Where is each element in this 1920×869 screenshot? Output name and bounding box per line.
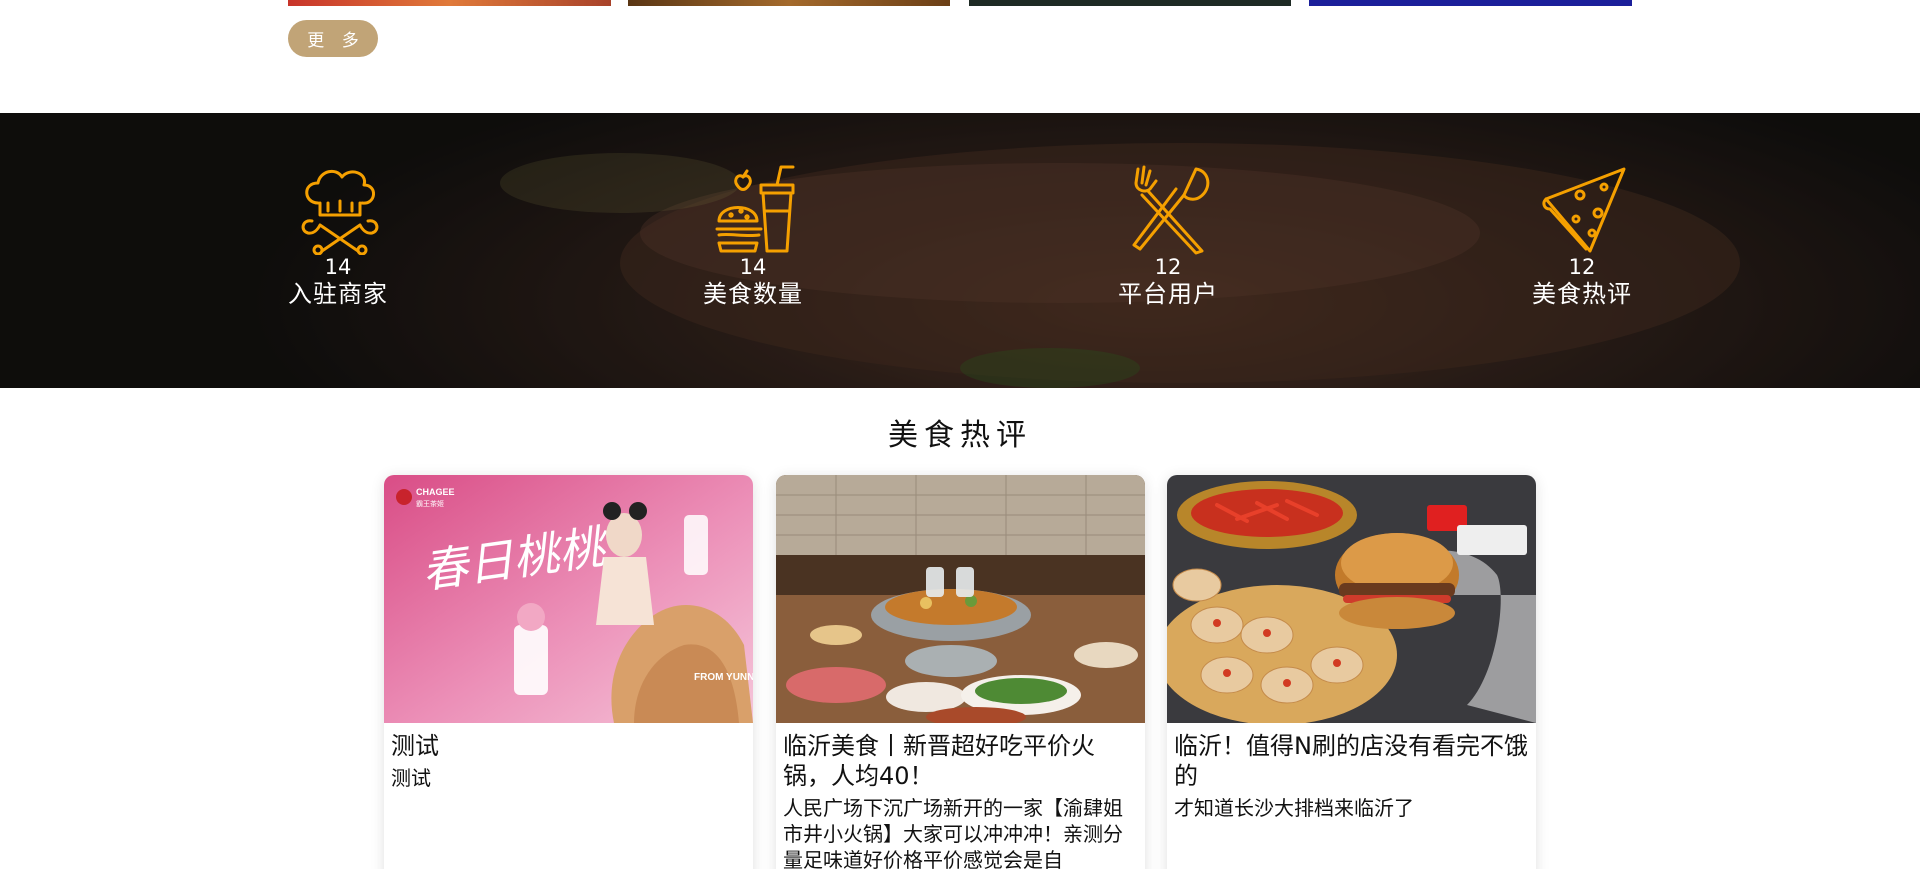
thumbnail-4[interactable] [1309, 0, 1632, 6]
review-image[interactable]: CHAGEE 霸王茶姬 春日桃桃 FROM YUNNAN SINCE 2017 [384, 475, 753, 723]
review-card[interactable]: CHAGEE 霸王茶姬 春日桃桃 FROM YUNNAN SINCE 2017 … [384, 475, 753, 869]
stat-number: 14 [324, 255, 352, 279]
stat-label: 平台用户 [1118, 280, 1218, 308]
review-card[interactable]: 临沂！值得N刷的店没有看完不饿的 才知道长沙大排档来临沂了 [1167, 475, 1536, 869]
review-card[interactable]: 临沂美食丨新晋超好吃平价火锅，人均40！ 人民广场下沉广场新开的一家【渝肆姐市井… [776, 475, 1145, 869]
review-image[interactable] [776, 475, 1145, 723]
stat-users: 12 平台用户 [1108, 163, 1228, 309]
thumbnail-1[interactable] [288, 0, 611, 6]
review-desc: 才知道长沙大排档来临沂了 [1174, 796, 1414, 820]
stat-reviews: 12 美食热评 [1522, 163, 1642, 309]
stat-foods: 14 美食数量 [693, 163, 813, 309]
brand-cn-text: 霸王茶姬 [416, 499, 444, 508]
review-desc: 人民广场下沉广场新开的一家【渝肆姐市井小火锅】大家可以冲冲冲！亲测分量足味道好价… [783, 796, 1123, 869]
stat-label: 入驻商家 [288, 280, 388, 308]
thumbnail-3[interactable] [969, 0, 1291, 6]
stat-number: 12 [1154, 255, 1182, 279]
pizza-slice-icon [1542, 167, 1626, 253]
burger-drink-icon [715, 165, 795, 253]
stat-label: 美食热评 [1532, 280, 1632, 308]
fork-spoon-icon [1132, 165, 1210, 255]
stat-number: 12 [1568, 255, 1596, 279]
brand-text: CHAGEE [416, 487, 455, 497]
poster-slogan: FROM YUNNAN SINCE 2017 [694, 672, 753, 683]
previous-section: 更 多 [0, 0, 1920, 113]
review-title[interactable]: 临沂美食丨新晋超好吃平价火锅，人均40！ [776, 723, 1145, 791]
stat-label: 美食数量 [703, 280, 803, 308]
section-title-hot-reviews: 美食热评 [888, 418, 1032, 453]
stat-number: 14 [739, 255, 767, 279]
thumbnail-2[interactable] [628, 0, 950, 6]
review-title[interactable]: 临沂！值得N刷的店没有看完不饿的 [1167, 723, 1536, 791]
more-button[interactable]: 更 多 [288, 20, 378, 57]
chef-hat-icon [301, 169, 379, 255]
review-desc: 测试 [391, 766, 431, 790]
stat-merchants: 14 入驻商家 [278, 163, 398, 309]
stats-band: 14 入驻商家 14 美食数量 12 平台用户 12 美食热评 [0, 113, 1920, 388]
review-image[interactable] [1167, 475, 1536, 723]
review-title[interactable]: 测试 [384, 723, 753, 761]
